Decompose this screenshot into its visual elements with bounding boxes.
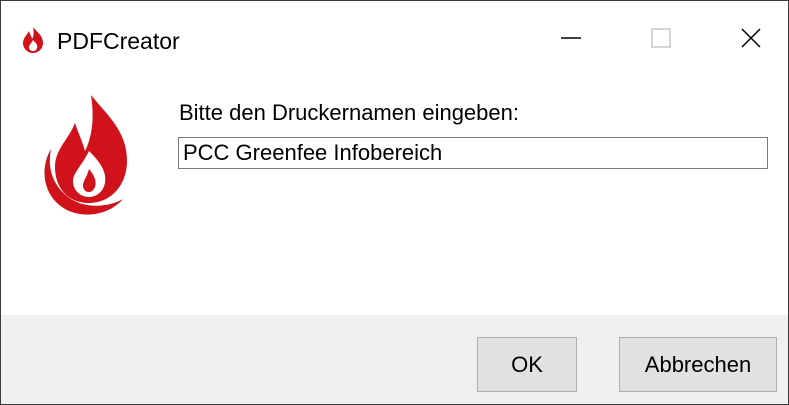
- ok-button[interactable]: OK: [477, 337, 577, 392]
- printer-name-input[interactable]: [178, 137, 768, 169]
- window-title: PDFCreator: [57, 28, 180, 54]
- cancel-button[interactable]: Abbrechen: [619, 337, 777, 392]
- pdfcreator-logo-icon: [29, 89, 149, 219]
- dialog-window: PDFCreator Bitte den Druckernamen eingeb…: [0, 0, 789, 405]
- maximize-button[interactable]: [631, 14, 691, 66]
- title-bar[interactable]: PDFCreator: [1, 1, 788, 81]
- close-icon: [740, 27, 762, 54]
- minimize-icon: [560, 27, 582, 54]
- pdfcreator-flame-icon: [18, 25, 48, 55]
- close-button[interactable]: [721, 14, 781, 66]
- button-bar: OK Abbrechen: [1, 315, 788, 404]
- dialog-body: Bitte den Druckernamen eingeben:: [1, 81, 788, 315]
- maximize-icon: [650, 27, 672, 54]
- minimize-button[interactable]: [541, 14, 601, 66]
- printer-name-prompt: Bitte den Druckernamen eingeben:: [179, 100, 519, 125]
